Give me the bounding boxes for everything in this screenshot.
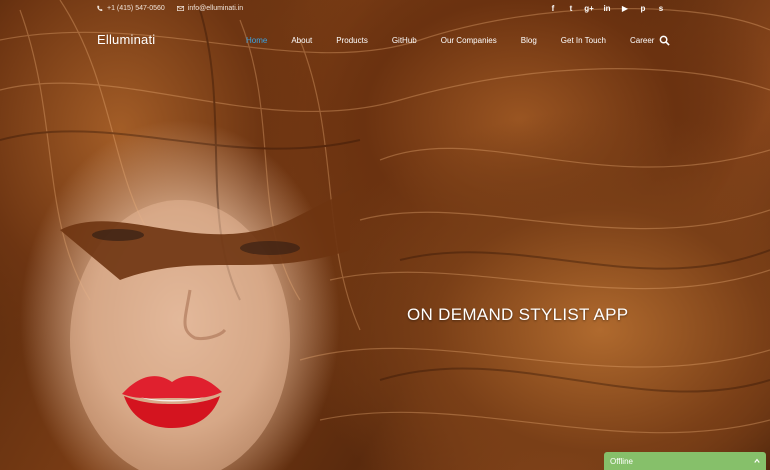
nav-item-blog[interactable]: Blog — [521, 36, 537, 45]
main-navigation: Elluminati Home About Products GitHub Ou… — [0, 26, 770, 56]
email-address: info@elluminati.in — [187, 5, 244, 12]
nav-item-products[interactable]: Products — [336, 36, 368, 45]
nav-menu: Home About Products GitHub Our Companies… — [246, 36, 678, 45]
phone-icon — [97, 5, 103, 11]
nav-item-our-companies[interactable]: Our Companies — [441, 36, 497, 45]
google-plus-icon[interactable]: g+ — [584, 3, 594, 13]
envelope-icon — [176, 6, 184, 11]
youtube-icon[interactable]: ▶ — [620, 3, 630, 13]
pinterest-icon[interactable]: p — [638, 3, 648, 13]
email-contact[interactable]: info@elluminati.in — [176, 5, 244, 12]
phone-contact[interactable]: +1 (415) 547-0560 — [96, 5, 165, 12]
contact-info: +1 (415) 547-0560 info@elluminati.in — [96, 5, 243, 12]
chevron-up-icon[interactable] — [754, 458, 760, 464]
top-bar: +1 (415) 547-0560 info@elluminati.in f t… — [0, 0, 770, 20]
linkedin-icon[interactable]: in — [602, 3, 612, 13]
skype-icon[interactable]: s — [656, 3, 666, 13]
nav-item-get-in-touch[interactable]: Get In Touch — [561, 36, 606, 45]
chat-widget[interactable]: Offline — [604, 452, 766, 470]
facebook-icon[interactable]: f — [548, 3, 558, 13]
nav-item-about[interactable]: About — [291, 36, 312, 45]
hero-page: +1 (415) 547-0560 info@elluminati.in f t… — [0, 0, 770, 470]
nav-item-career[interactable]: Career — [630, 36, 654, 45]
search-icon[interactable] — [659, 35, 670, 46]
phone-number: +1 (415) 547-0560 — [107, 5, 165, 12]
nav-item-home[interactable]: Home — [246, 36, 267, 45]
social-links: f t g+ in ▶ p s — [548, 3, 666, 13]
chat-status: Offline — [610, 457, 633, 466]
nav-item-github[interactable]: GitHub — [392, 36, 417, 45]
twitter-icon[interactable]: t — [566, 3, 576, 13]
model-lips — [122, 376, 222, 428]
brand-logo[interactable]: Elluminati — [97, 32, 155, 47]
hero-title: ON DEMAND STYLIST APP — [407, 305, 629, 324]
